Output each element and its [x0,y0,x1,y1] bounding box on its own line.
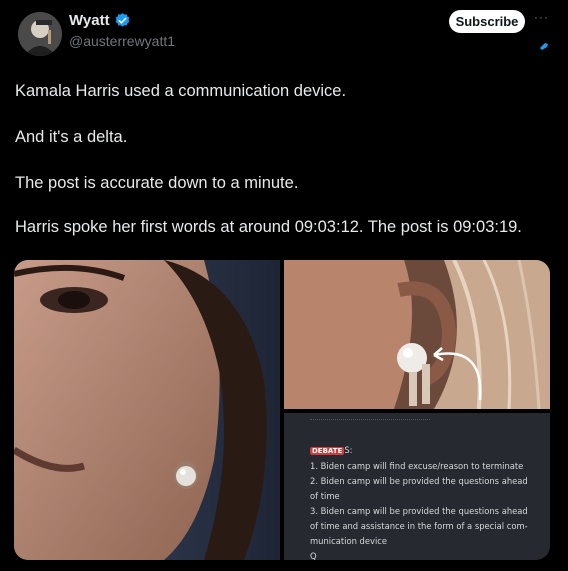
document-line-1: 1. Biden camp will find excuse/reason to… [310,461,524,471]
verified-badge-icon [115,13,129,27]
tweet-line-1: Kamala Harris used a communication devic… [15,82,347,100]
document-line-6: munication device [310,536,388,546]
document-text: DEBATE S: 1. Biden camp will find excuse/… [310,443,542,560]
author-handle[interactable]: @austerrewyatt1 [69,33,175,49]
document-line-5: of time and assistance in the form of a … [310,521,528,531]
more-options-icon[interactable]: ··· [534,10,550,24]
document-line-4: 3. Biden camp will be provided the quest… [310,506,528,516]
photo-face-image [14,260,280,560]
author-avatar[interactable] [18,12,62,56]
media-grid: DEBATE S: 1. Biden camp will find excuse/… [14,260,550,560]
document-line-3: of time [310,491,340,501]
author-name[interactable]: Wyatt [69,12,110,29]
debate-tag-suffix: S: [344,445,353,455]
document-line-2: 2. Biden camp will be provided the quest… [310,476,528,486]
photo-face-closeup[interactable] [14,260,280,560]
subscribe-button[interactable]: Subscribe [449,10,525,33]
photo-earring-closeup[interactable] [284,260,550,409]
tweet-line-4: Harris spoke her first words at around 0… [15,218,522,236]
document-header-fragment [310,413,430,420]
author-name-row[interactable]: Wyatt [69,12,131,29]
photo-earring-image [284,260,550,409]
photo-document-screenshot[interactable]: DEBATE S: 1. Biden camp will find excuse/… [284,413,550,560]
grok-icon[interactable] [538,40,550,52]
debate-tag: DEBATE [310,447,345,455]
document-line-7: Q [310,551,317,560]
tweet-line-3: The post is accurate down to a minute. [15,174,299,192]
tweet-line-2: And it's a delta. [15,128,128,146]
avatar-image [18,12,62,56]
